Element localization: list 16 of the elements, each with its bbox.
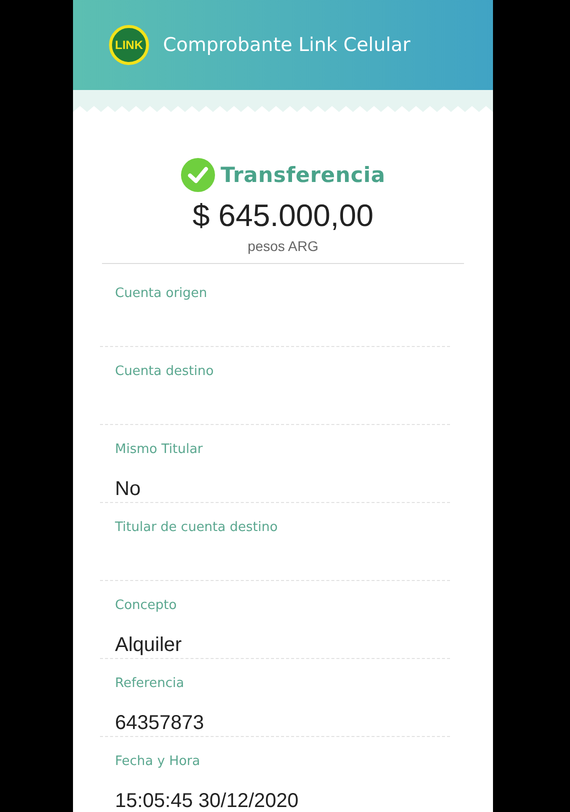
field-label: Referencia	[115, 675, 186, 692]
link-logo: LINK	[109, 25, 149, 65]
field-label: Cuenta destino	[115, 363, 215, 380]
field-label: Concepto	[115, 597, 178, 614]
field-label: Fecha y Hora	[115, 753, 202, 770]
field-value: Alquiler	[115, 634, 182, 656]
field-label: Mismo Titular	[115, 441, 204, 458]
field-value: 64357873	[115, 712, 204, 734]
amount-text: $ 645.000,00	[192, 198, 374, 234]
currency-text: pesos ARG	[102, 238, 464, 264]
field-value: 15:05:45 30/12/2020	[115, 790, 299, 812]
operation-title: Transferencia	[220, 163, 386, 187]
field-label: Titular de cuenta destino	[115, 519, 279, 536]
app-title: Comprobante Link Celular	[163, 34, 410, 56]
field-label: Cuenta origen	[115, 285, 208, 302]
field-value: No	[115, 478, 141, 500]
